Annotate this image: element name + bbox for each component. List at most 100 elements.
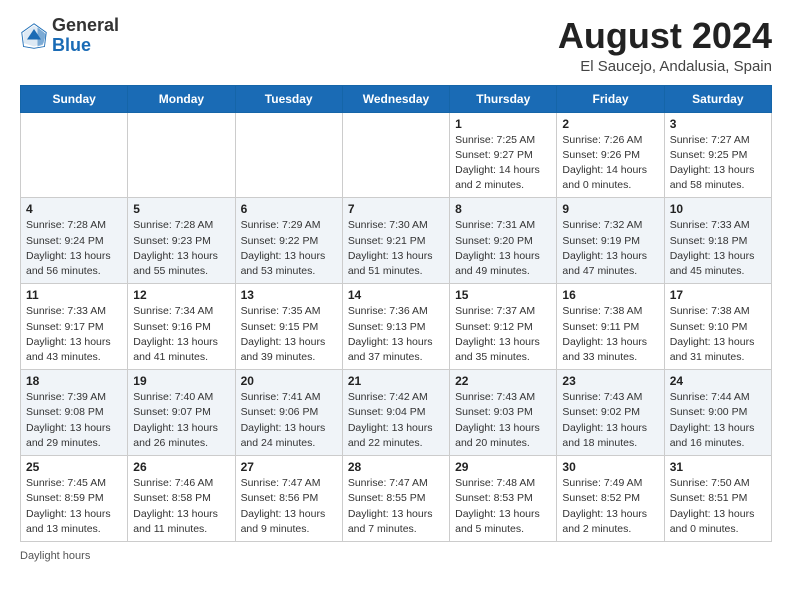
weekday-header-thursday: Thursday [450, 85, 557, 112]
day-number: 11 [26, 288, 122, 302]
calendar-cell: 30 Sunrise: 7:49 AMSunset: 8:52 PMDayligh… [557, 456, 664, 542]
calendar-cell: 22 Sunrise: 7:43 AMSunset: 9:03 PMDayligh… [450, 370, 557, 456]
calendar-cell: 13 Sunrise: 7:35 AMSunset: 9:15 PMDayligh… [235, 284, 342, 370]
logo-icon [20, 22, 48, 50]
day-info: Sunrise: 7:50 AMSunset: 8:51 PMDaylight:… [670, 476, 766, 537]
day-info: Sunrise: 7:43 AMSunset: 9:03 PMDaylight:… [455, 390, 551, 451]
day-info: Sunrise: 7:47 AMSunset: 8:55 PMDaylight:… [348, 476, 444, 537]
day-info: Sunrise: 7:38 AMSunset: 9:10 PMDaylight:… [670, 304, 766, 365]
day-info: Sunrise: 7:39 AMSunset: 9:08 PMDaylight:… [26, 390, 122, 451]
calendar-cell: 16Sunrise: 7:38 AMSunset: 9:11 PMDayligh… [557, 284, 664, 370]
day-info: Sunrise: 7:34 AMSunset: 9:16 PMDaylight:… [133, 304, 229, 365]
calendar-cell: 19 Sunrise: 7:40 AMSunset: 9:07 PMDayligh… [128, 370, 235, 456]
calendar-cell: 9 Sunrise: 7:32 AMSunset: 9:19 PMDaylight… [557, 198, 664, 284]
day-number: 6 [241, 202, 337, 216]
day-number: 4 [26, 202, 122, 216]
calendar-cell: 2Sunrise: 7:26 AMSunset: 9:26 PMDaylight… [557, 112, 664, 198]
day-number: 8 [455, 202, 551, 216]
calendar-cell: 18 Sunrise: 7:39 AMSunset: 9:08 PMDayligh… [21, 370, 128, 456]
logo-blue: Blue [52, 35, 91, 55]
calendar-cell: 15 Sunrise: 7:37 AMSunset: 9:12 PMDayligh… [450, 284, 557, 370]
title-block: August 2024 El Saucejo, Andalusia, Spain [558, 16, 772, 75]
day-info: Sunrise: 7:49 AMSunset: 8:52 PMDaylight:… [562, 476, 658, 537]
day-info: Sunrise: 7:48 AMSunset: 8:53 PMDaylight:… [455, 476, 551, 537]
day-info: Sunrise: 7:46 AMSunset: 8:58 PMDaylight:… [133, 476, 229, 537]
day-info: Sunrise: 7:35 AMSunset: 9:15 PMDaylight:… [241, 304, 337, 365]
calendar-cell [342, 112, 449, 198]
calendar-table: SundayMondayTuesdayWednesdayThursdayFrid… [20, 85, 772, 542]
day-info: Sunrise: 7:25 AMSunset: 9:27 PMDaylight:… [455, 133, 551, 194]
day-info: Sunrise: 7:40 AMSunset: 9:07 PMDaylight:… [133, 390, 229, 451]
calendar-cell: 20 Sunrise: 7:41 AMSunset: 9:06 PMDayligh… [235, 370, 342, 456]
weekday-header-friday: Friday [557, 85, 664, 112]
day-number: 9 [562, 202, 658, 216]
day-info: Sunrise: 7:33 AMSunset: 9:18 PMDaylight:… [670, 218, 766, 279]
logo: General Blue [20, 16, 119, 56]
day-info: Sunrise: 7:32 AMSunset: 9:19 PMDaylight:… [562, 218, 658, 279]
calendar-cell: 24Sunrise: 7:44 AMSunset: 9:00 PMDayligh… [664, 370, 771, 456]
calendar-week-row-1: 1 Sunrise: 7:25 AMSunset: 9:27 PMDaylight… [21, 112, 772, 198]
day-info: Sunrise: 7:43 AMSunset: 9:02 PMDaylight:… [562, 390, 658, 451]
calendar-cell: 1 Sunrise: 7:25 AMSunset: 9:27 PMDaylight… [450, 112, 557, 198]
day-number: 22 [455, 374, 551, 388]
location: El Saucejo, Andalusia, Spain [558, 58, 772, 75]
calendar-cell: 4Sunrise: 7:28 AMSunset: 9:24 PMDaylight… [21, 198, 128, 284]
calendar-cell: 27 Sunrise: 7:47 AMSunset: 8:56 PMDayligh… [235, 456, 342, 542]
day-number: 2 [562, 117, 658, 131]
day-number: 21 [348, 374, 444, 388]
calendar-cell: 23 Sunrise: 7:43 AMSunset: 9:02 PMDayligh… [557, 370, 664, 456]
day-number: 31 [670, 460, 766, 474]
calendar-cell: 3Sunrise: 7:27 AMSunset: 9:25 PMDaylight… [664, 112, 771, 198]
day-info: Sunrise: 7:29 AMSunset: 9:22 PMDaylight:… [241, 218, 337, 279]
calendar-cell: 28Sunrise: 7:47 AMSunset: 8:55 PMDayligh… [342, 456, 449, 542]
day-number: 10 [670, 202, 766, 216]
day-info: Sunrise: 7:37 AMSunset: 9:12 PMDaylight:… [455, 304, 551, 365]
calendar-week-row-3: 11Sunrise: 7:33 AMSunset: 9:17 PMDayligh… [21, 284, 772, 370]
weekday-header-tuesday: Tuesday [235, 85, 342, 112]
calendar-cell: 7 Sunrise: 7:30 AMSunset: 9:21 PMDaylight… [342, 198, 449, 284]
day-number: 3 [670, 117, 766, 131]
day-number: 24 [670, 374, 766, 388]
calendar-week-row-4: 18 Sunrise: 7:39 AMSunset: 9:08 PMDayligh… [21, 370, 772, 456]
day-number: 14 [348, 288, 444, 302]
day-number: 17 [670, 288, 766, 302]
day-info: Sunrise: 7:47 AMSunset: 8:56 PMDaylight:… [241, 476, 337, 537]
calendar-cell: 21 Sunrise: 7:42 AMSunset: 9:04 PMDayligh… [342, 370, 449, 456]
day-info: Sunrise: 7:31 AMSunset: 9:20 PMDaylight:… [455, 218, 551, 279]
calendar-cell: 29 Sunrise: 7:48 AMSunset: 8:53 PMDayligh… [450, 456, 557, 542]
day-info: Sunrise: 7:41 AMSunset: 9:06 PMDaylight:… [241, 390, 337, 451]
day-number: 18 [26, 374, 122, 388]
day-number: 13 [241, 288, 337, 302]
header: General Blue August 2024 El Saucejo, And… [20, 16, 772, 75]
calendar-cell: 11Sunrise: 7:33 AMSunset: 9:17 PMDayligh… [21, 284, 128, 370]
calendar-cell: 31 Sunrise: 7:50 AMSunset: 8:51 PMDayligh… [664, 456, 771, 542]
weekday-header-wednesday: Wednesday [342, 85, 449, 112]
day-number: 7 [348, 202, 444, 216]
day-number: 19 [133, 374, 229, 388]
weekday-header-sunday: Sunday [21, 85, 128, 112]
day-number: 16 [562, 288, 658, 302]
page: General Blue August 2024 El Saucejo, And… [0, 0, 792, 612]
day-number: 23 [562, 374, 658, 388]
day-info: Sunrise: 7:30 AMSunset: 9:21 PMDaylight:… [348, 218, 444, 279]
day-info: Sunrise: 7:45 AMSunset: 8:59 PMDaylight:… [26, 476, 122, 537]
logo-text-block: General Blue [52, 16, 119, 56]
day-number: 5 [133, 202, 229, 216]
day-number: 15 [455, 288, 551, 302]
calendar-cell: 8 Sunrise: 7:31 AMSunset: 9:20 PMDaylight… [450, 198, 557, 284]
calendar-cell: 14Sunrise: 7:36 AMSunset: 9:13 PMDayligh… [342, 284, 449, 370]
day-number: 30 [562, 460, 658, 474]
calendar-cell [235, 112, 342, 198]
day-info: Sunrise: 7:42 AMSunset: 9:04 PMDaylight:… [348, 390, 444, 451]
day-number: 27 [241, 460, 337, 474]
calendar-cell: 10 Sunrise: 7:33 AMSunset: 9:18 PMDayligh… [664, 198, 771, 284]
calendar-cell: 25 Sunrise: 7:45 AMSunset: 8:59 PMDayligh… [21, 456, 128, 542]
logo-general: General [52, 15, 119, 35]
calendar-week-row-5: 25 Sunrise: 7:45 AMSunset: 8:59 PMDayligh… [21, 456, 772, 542]
day-number: 20 [241, 374, 337, 388]
calendar-cell: 12Sunrise: 7:34 AMSunset: 9:16 PMDayligh… [128, 284, 235, 370]
day-number: 29 [455, 460, 551, 474]
calendar-cell: 26Sunrise: 7:46 AMSunset: 8:58 PMDayligh… [128, 456, 235, 542]
day-number: 1 [455, 117, 551, 131]
day-number: 25 [26, 460, 122, 474]
